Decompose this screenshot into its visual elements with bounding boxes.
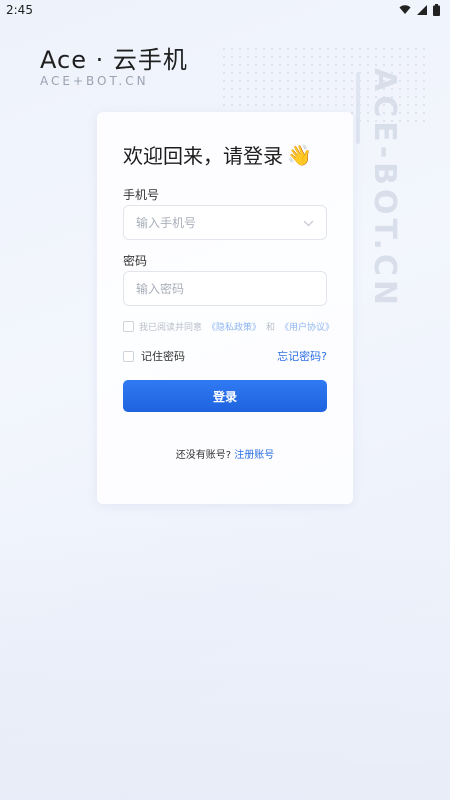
agreement-row: 我已阅读并同意 《隐私政策》 和 《用户协议》 <box>123 320 334 333</box>
brand-title: Ace · 云手机 <box>40 46 188 74</box>
status-bar: 2:45 <box>0 0 450 20</box>
password-input[interactable]: 输入密码 <box>123 271 327 306</box>
agreement-checkbox[interactable] <box>123 321 134 332</box>
user-agreement-link[interactable]: 《用户协议》 <box>280 320 334 333</box>
register-link[interactable]: 注册账号 <box>234 450 274 461</box>
battery-icon <box>433 4 440 16</box>
forgot-password-link[interactable]: 忘记密码? <box>277 348 327 364</box>
status-time: 2:45 <box>6 3 33 17</box>
welcome-heading: 欢迎回来，请登录 👋 <box>123 140 312 169</box>
accent-bar <box>356 72 360 144</box>
phone-placeholder: 输入手机号 <box>136 216 197 230</box>
background-fade <box>0 520 450 800</box>
status-icons <box>399 4 440 16</box>
wifi-icon <box>399 5 411 15</box>
register-row: 还没有账号? 注册账号 <box>97 446 353 461</box>
login-card: 欢迎回来，请登录 👋 手机号 输入手机号 密码 输入密码 我已阅读并同意 《隐私… <box>97 112 353 504</box>
signal-icon <box>417 5 427 15</box>
phone-label: 手机号 <box>123 188 160 202</box>
waving-hand-icon: 👋 <box>287 142 312 167</box>
brand-watermark: ACE-BOT.CN <box>367 68 402 309</box>
agreement-and: 和 <box>266 323 276 333</box>
remember-label: 记住密码 <box>141 350 185 363</box>
brand-subtitle: ACE+BOT.CN <box>40 74 149 88</box>
no-account-text: 还没有账号? <box>175 450 232 461</box>
password-placeholder: 输入密码 <box>136 282 185 296</box>
agreement-text: 我已阅读并同意 <box>139 323 203 333</box>
chevron-down-icon[interactable] <box>303 216 314 230</box>
login-button[interactable]: 登录 <box>123 380 327 412</box>
privacy-policy-link[interactable]: 《隐私政策》 <box>207 320 261 333</box>
remember-row: 记住密码 忘记密码? <box>123 348 327 364</box>
password-label: 密码 <box>123 254 148 268</box>
remember-checkbox[interactable] <box>123 350 134 362</box>
welcome-text: 欢迎回来，请登录 <box>123 144 283 168</box>
phone-input[interactable]: 输入手机号 <box>123 205 327 240</box>
